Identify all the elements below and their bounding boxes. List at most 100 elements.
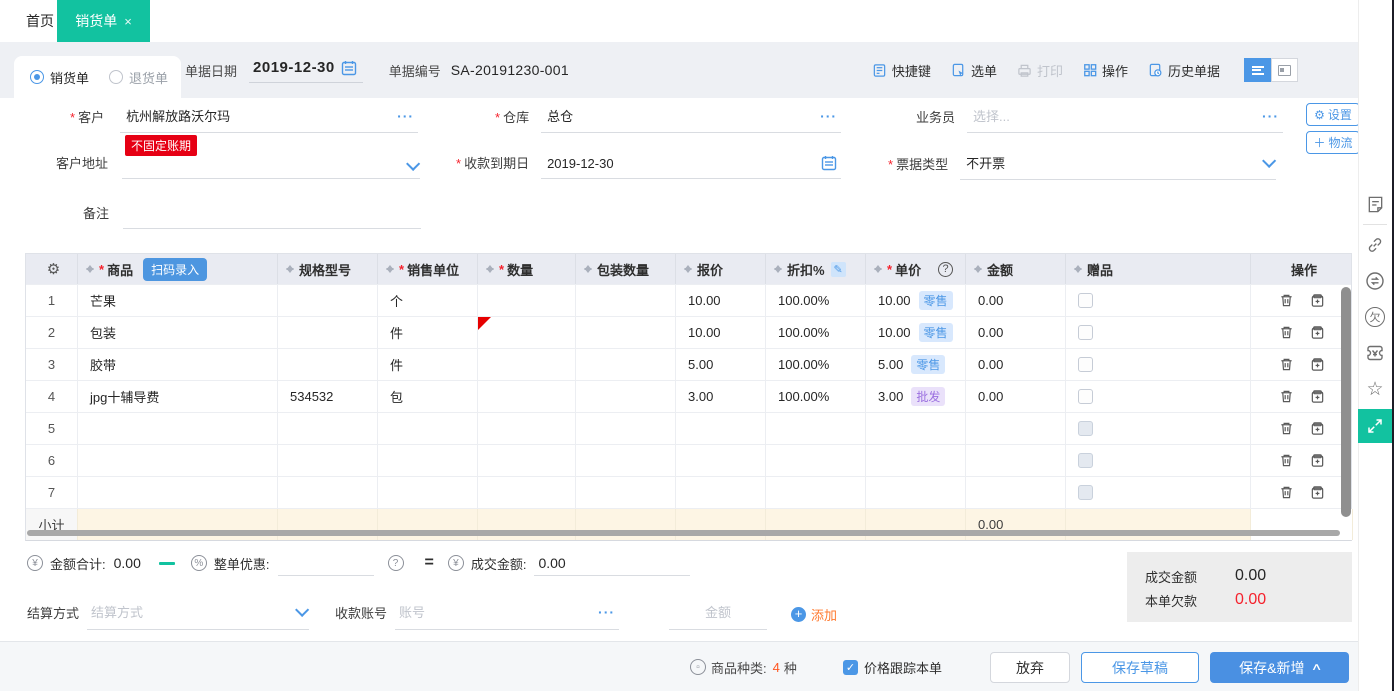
cell-qty[interactable] <box>478 285 576 316</box>
tab-sales-order[interactable]: 销货单 × <box>57 0 150 42</box>
cell-qty[interactable] <box>478 445 576 476</box>
cell-price[interactable]: 10.00零售 <box>866 317 966 348</box>
favorite-star-icon[interactable]: ☆ <box>1358 371 1392 407</box>
sort-icon[interactable] <box>86 261 94 277</box>
cell-product[interactable] <box>78 477 278 508</box>
link-icon[interactable] <box>1358 227 1392 263</box>
copy-icon[interactable] <box>1310 421 1325 436</box>
warehouse-field[interactable]: 总仓 ··· <box>541 106 841 133</box>
salesman-field[interactable]: 选择... ··· <box>967 106 1283 133</box>
cell-pkg-qty[interactable] <box>576 477 676 508</box>
cell-spec[interactable]: 534532 <box>278 381 378 412</box>
checked-checkbox-icon[interactable]: ✓ <box>843 660 858 675</box>
price-type-badge[interactable]: 批发 <box>911 387 945 406</box>
cell-amount[interactable] <box>966 413 1066 444</box>
copy-icon[interactable] <box>1310 389 1325 404</box>
card-view-toggle[interactable] <box>1271 58 1298 82</box>
cell-price[interactable]: 3.00批发 <box>866 381 966 412</box>
cell-amount[interactable]: 0.00 <box>966 285 1066 316</box>
header-gift[interactable]: 赠品 <box>1066 254 1251 284</box>
sort-icon[interactable] <box>286 261 294 277</box>
pay-amount-field[interactable]: 金额 <box>669 602 767 630</box>
price-type-badge[interactable]: 零售 <box>919 323 953 342</box>
cell-pkg-qty[interactable] <box>576 381 676 412</box>
delete-icon[interactable] <box>1279 293 1294 308</box>
price-track-option[interactable]: ✓ 价格跟踪本单 <box>843 642 942 691</box>
edit-icon[interactable]: ✎ <box>831 262 846 277</box>
delete-icon[interactable] <box>1279 453 1294 468</box>
cell-discount[interactable]: 100.00% <box>766 285 866 316</box>
cell-price[interactable]: 10.00零售 <box>866 285 966 316</box>
cell-pkg-qty[interactable] <box>576 445 676 476</box>
tab-close-icon[interactable]: × <box>124 14 132 29</box>
copy-icon[interactable] <box>1310 325 1325 340</box>
question-circle-icon[interactable]: ? <box>388 555 404 571</box>
gift-checkbox[interactable] <box>1078 485 1093 500</box>
header-pkg-qty[interactable]: 包装数量 <box>576 254 676 284</box>
delete-icon[interactable] <box>1279 485 1294 500</box>
cell-pkg-qty[interactable] <box>576 317 676 348</box>
transfer-icon[interactable] <box>1358 263 1392 299</box>
cell-unit[interactable] <box>378 445 478 476</box>
cell-unit[interactable]: 个 <box>378 285 478 316</box>
copy-icon[interactable] <box>1310 293 1325 308</box>
cell-quote[interactable]: 10.00 <box>676 317 766 348</box>
radio-sales-order[interactable]: 销货单 <box>30 68 89 87</box>
cell-amount[interactable]: 0.00 <box>966 381 1066 412</box>
more-icon[interactable]: ··· <box>1262 108 1279 124</box>
header-amount[interactable]: 金额 <box>966 254 1066 284</box>
cell-qty[interactable] <box>478 477 576 508</box>
copy-icon[interactable] <box>1310 485 1325 500</box>
copy-icon[interactable] <box>1310 357 1325 372</box>
header-price[interactable]: *单价? <box>866 254 966 284</box>
arrears-icon[interactable]: 欠 <box>1358 299 1392 335</box>
header-unit[interactable]: *销售单位 <box>378 254 478 284</box>
cell-price[interactable] <box>866 477 966 508</box>
cell-product[interactable]: 胶带 <box>78 349 278 380</box>
cell-price[interactable] <box>866 445 966 476</box>
header-product[interactable]: *商品扫码录入 <box>78 254 278 284</box>
price-type-badge[interactable]: 零售 <box>919 291 953 310</box>
delete-icon[interactable] <box>1279 389 1294 404</box>
copy-icon[interactable] <box>1310 453 1325 468</box>
add-payment-button[interactable]: + 添加 <box>791 605 837 630</box>
gift-checkbox[interactable] <box>1078 389 1093 404</box>
print-button[interactable]: 打印 <box>1017 61 1063 80</box>
gift-checkbox[interactable] <box>1078 453 1093 468</box>
header-quote[interactable]: 报价 <box>676 254 766 284</box>
gift-checkbox[interactable] <box>1078 421 1093 436</box>
more-icon[interactable]: ··· <box>820 108 837 124</box>
cell-pkg-qty[interactable] <box>576 349 676 380</box>
final-amount-field[interactable]: 0.00 <box>534 550 690 576</box>
cell-amount[interactable]: 0.00 <box>966 349 1066 380</box>
list-view-toggle[interactable] <box>1244 58 1271 82</box>
cell-quote[interactable] <box>676 477 766 508</box>
chevron-down-icon[interactable] <box>406 157 420 171</box>
price-type-badge[interactable]: 零售 <box>911 355 945 374</box>
cell-unit[interactable] <box>378 477 478 508</box>
sort-icon[interactable] <box>974 261 982 277</box>
cell-quote[interactable]: 3.00 <box>676 381 766 412</box>
header-discount[interactable]: 折扣%✎ <box>766 254 866 284</box>
cell-spec[interactable] <box>278 413 378 444</box>
cell-price[interactable]: 5.00零售 <box>866 349 966 380</box>
pick-order-button[interactable]: 选单 <box>951 61 997 80</box>
save-draft-button[interactable]: 保存草稿 <box>1081 652 1199 683</box>
cell-quote[interactable] <box>676 445 766 476</box>
cell-discount[interactable] <box>766 413 866 444</box>
calendar-icon[interactable] <box>341 60 357 76</box>
history-docs-button[interactable]: 历史单据 <box>1148 61 1220 80</box>
cell-product[interactable]: jpg十辅导费 <box>78 381 278 412</box>
note-doc-icon[interactable] <box>1358 186 1392 222</box>
header-spec[interactable]: 规格型号 <box>278 254 378 284</box>
more-icon[interactable]: ··· <box>397 108 414 124</box>
gear-icon[interactable]: ⚙ <box>47 260 60 278</box>
address-field[interactable] <box>122 161 420 179</box>
header-qty[interactable]: *数量 <box>478 254 576 284</box>
horizontal-scrollbar[interactable] <box>27 530 1340 536</box>
cell-discount[interactable] <box>766 477 866 508</box>
scan-entry-button[interactable]: 扫码录入 <box>143 258 207 281</box>
cell-qty[interactable] <box>478 413 576 444</box>
cell-product[interactable] <box>78 445 278 476</box>
cell-discount[interactable]: 100.00% <box>766 381 866 412</box>
